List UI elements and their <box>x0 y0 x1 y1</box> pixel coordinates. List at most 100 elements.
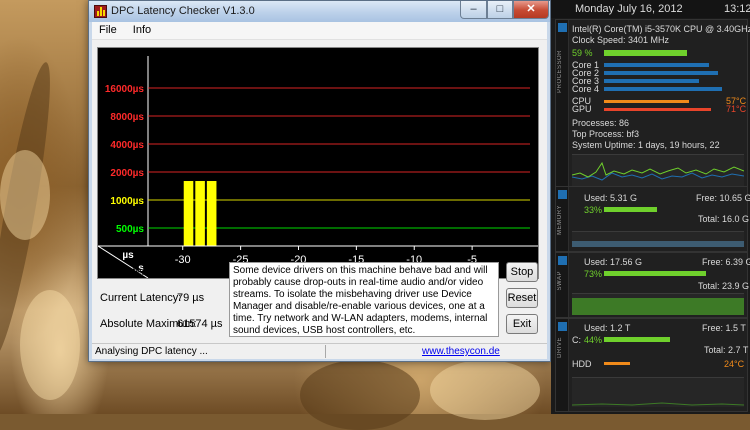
top-process: Top Process: bf3 <box>572 129 640 139</box>
system-uptime: System Uptime: 1 days, 19 hours, 22 <box>572 140 720 150</box>
core-3-bar <box>604 79 699 83</box>
reset-button[interactable]: Reset <box>506 288 538 308</box>
drive-percent: 44% <box>584 335 603 345</box>
drive-panel: DRIVE Used: 1.2 T Free: 1.5 T C: 44% Tot… <box>555 318 748 412</box>
memory-history-svg <box>572 241 744 247</box>
memory-usage-bar <box>604 207 657 212</box>
latency-bar <box>206 181 217 246</box>
menu-file[interactable]: File <box>92 22 123 36</box>
memory-used: Used: 5.31 G <box>584 193 638 203</box>
swap-total: Total: 23.9 G <box>698 281 750 291</box>
processor-tab[interactable]: PROCESSOR <box>556 20 569 200</box>
status-bar: Analysing DPC latency ... www.thesycon.d… <box>92 343 547 359</box>
swap-history-svg <box>572 298 744 315</box>
hdd-label: HDD <box>572 359 592 369</box>
latency-chart: 16000µs 8000µs 4000µs 2000µs 1000µs 500µs -30-… <box>97 47 539 279</box>
stop-button[interactable]: Stop <box>506 262 538 282</box>
swap-icon <box>558 256 567 265</box>
memory-percent: 33% <box>584 205 603 215</box>
menu-info[interactable]: Info <box>126 22 157 36</box>
drive-history-graph <box>572 377 744 407</box>
wheat-highlight <box>20 290 80 400</box>
y-tick-label: 4000µs <box>110 140 144 151</box>
memory-history-graph <box>572 231 744 247</box>
gadget-header: Monday July 16, 2012 13:12 <box>551 0 750 18</box>
close-button[interactable]: ✕ <box>513 1 549 19</box>
process-count: Processes: 86 <box>572 118 630 128</box>
title-bar[interactable]: DPC Latency Checker V1.3.0 – □ ✕ <box>89 1 550 22</box>
core-1-bar <box>604 63 709 67</box>
menu-bar: File Info <box>92 22 547 40</box>
test-interval-value: 1000 µs <box>177 266 217 278</box>
gadget-clock: 13:12 <box>724 3 750 15</box>
swap-panel: SWAP Used: 17.56 G Free: 6.39 G 73% Tota… <box>555 252 750 318</box>
window-title: DPC Latency Checker V1.3.0 <box>111 5 255 17</box>
y-tick-label: 8000µs <box>110 112 144 123</box>
status-divider <box>325 345 326 358</box>
swap-usage-bar <box>604 271 706 276</box>
drive-used: Used: 1.2 T <box>584 323 631 333</box>
hdd-temp-value: 24°C <box>724 359 745 369</box>
y-tick-label: 16000µs <box>105 84 145 95</box>
wheat-highlight <box>430 360 540 420</box>
hdd-temp-bar <box>604 362 630 365</box>
x-tick-label: -30 <box>175 254 191 266</box>
memory-icon <box>558 190 567 199</box>
current-latency-value: 79 µs <box>177 292 205 304</box>
processor-panel: PROCESSOR Intel(R) Core(TM) i5-3570K CPU… <box>555 19 750 201</box>
wheat-highlight <box>0 150 50 240</box>
wheat-stalk <box>300 360 420 430</box>
memory-total: Total: 16.0 G <box>698 214 750 224</box>
dpc-latency-checker-window: DPC Latency Checker V1.3.0 – □ ✕ File In… <box>88 0 551 362</box>
memory-panel: MEMORY Used: 5.31 G Free: 10.65 G 33% To… <box>555 186 750 252</box>
y-tick-label: 2000µs <box>110 168 144 179</box>
gadget-date: Monday July 16, 2012 <box>575 3 683 15</box>
memory-free: Free: 10.65 G <box>696 193 750 203</box>
swap-used: Used: 17.56 G <box>584 257 643 267</box>
drive-letter: C: <box>572 335 581 345</box>
test-interval-label: Test Interval: <box>100 266 163 278</box>
system-monitor-gadget: Monday July 16, 2012 13:12 PROCESSOR Int… <box>551 0 750 414</box>
latency-chart-svg: 16000µs8000µs4000µs2000µs1000µs500µs-30-… <box>98 56 538 278</box>
current-latency-label: Current Latency: <box>100 292 182 304</box>
core-4-bar <box>604 87 722 91</box>
core-4-label: Core 4 <box>572 84 600 94</box>
cpu-total-bar <box>604 50 687 56</box>
latency-bar <box>183 181 194 246</box>
gpu-temp-label: GPU <box>572 104 592 114</box>
y-tick-label: 1000µs <box>110 196 144 207</box>
memory-tab[interactable]: MEMORY <box>556 187 569 251</box>
cpu-total-percent: 59 % <box>572 48 593 58</box>
drive-tab-label: DRIVE <box>557 337 563 358</box>
app-icon <box>94 5 107 18</box>
drive-free: Free: 1.5 T <box>702 323 746 333</box>
minimize-button[interactable]: – <box>460 1 487 19</box>
cpu-name: Intel(R) Core(TM) i5-3570K CPU @ 3.40GHz <box>572 24 750 34</box>
gpu-temp-value: 71°C <box>726 104 747 114</box>
exit-button[interactable]: Exit <box>506 314 538 334</box>
y-unit-label: µs <box>122 250 134 261</box>
drive-history-svg <box>572 402 744 406</box>
drive-usage-bar <box>604 337 670 342</box>
swap-free: Free: 6.39 G <box>702 257 750 267</box>
swap-history-graph <box>572 293 744 315</box>
maximize-button[interactable]: □ <box>487 1 513 19</box>
swap-tab-label: SWAP <box>557 271 563 291</box>
swap-tab[interactable]: SWAP <box>556 253 569 317</box>
swap-percent: 73% <box>584 269 603 279</box>
window-client-area: File Info 16000µs 8000µs 4000µs 2000µs 1000µ… <box>92 22 547 359</box>
status-text: Analysing DPC latency ... <box>95 346 208 357</box>
absolute-maximum-value: 61574 µs <box>177 318 223 330</box>
clock-speed: Clock Speed: 3401 MHz <box>572 35 670 45</box>
y-tick-label: 500µs <box>116 224 144 235</box>
core-2-bar <box>604 71 718 75</box>
drive-tab[interactable]: DRIVE <box>556 319 569 411</box>
processor-tab-label: PROCESSOR <box>557 50 563 93</box>
website-link[interactable]: www.thesycon.de <box>422 346 500 357</box>
gpu-temp-bar <box>604 108 711 111</box>
processor-icon <box>558 23 567 32</box>
drive-total: Total: 2.7 T <box>704 345 749 355</box>
cpu-temp-bar <box>604 100 689 103</box>
latency-bar <box>195 181 205 246</box>
drive-icon <box>558 322 567 331</box>
